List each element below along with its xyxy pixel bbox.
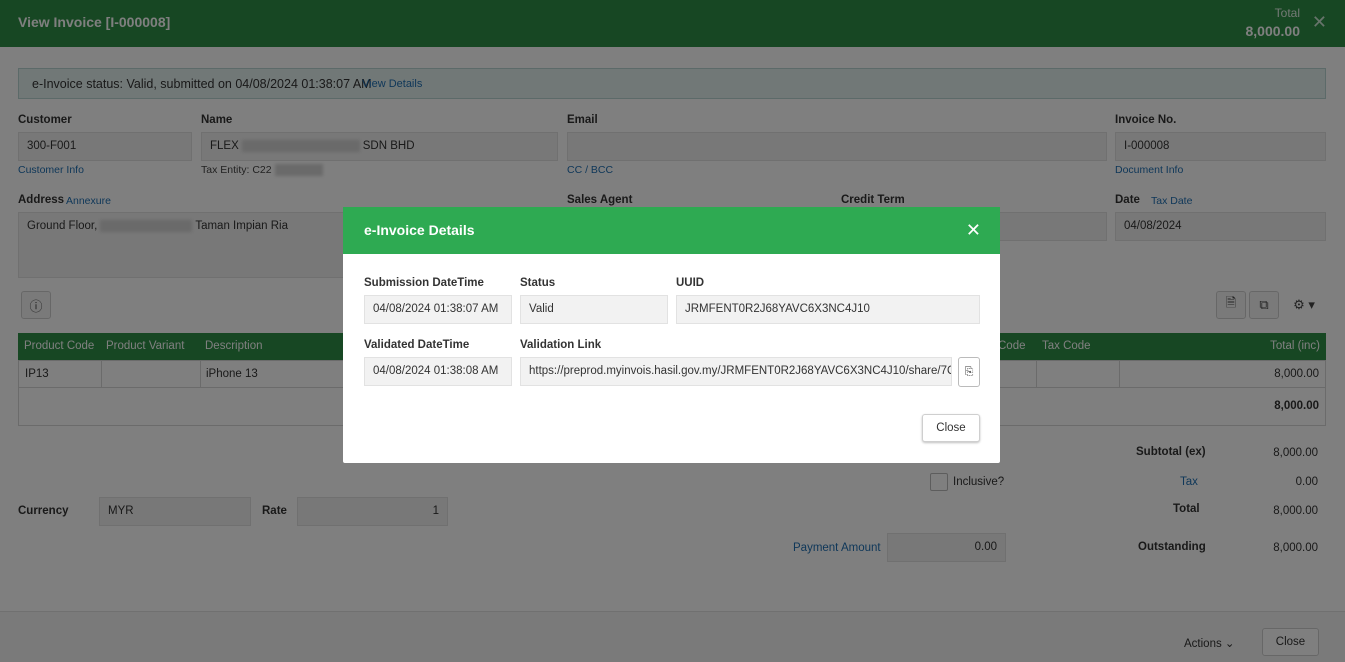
close-icon[interactable]: ✕ [966,220,981,241]
status-label: Status [520,277,556,289]
validation-link-label: Validation Link [520,339,602,351]
submission-datetime-field[interactable]: 04/08/2024 01:38:07 AM [364,295,512,324]
submission-datetime-label: Submission DateTime [364,277,484,289]
modal-title: e-Invoice Details [364,222,475,238]
copy-icon: ⎘ [964,365,974,378]
status-field[interactable]: Valid [520,295,668,324]
uuid-field[interactable]: JRMFENT0R2J68YAVC6X3NC4J10 [676,295,980,324]
modal-header: e-Invoice Details ✕ [343,207,1000,254]
validated-datetime-field[interactable]: 04/08/2024 01:38:08 AM [364,357,512,386]
modal-close-button[interactable]: Close [922,414,980,442]
einvoice-details-modal: e-Invoice Details ✕ Submission DateTime … [343,207,1000,463]
validated-datetime-label: Validated DateTime [364,339,470,351]
validation-link-field[interactable]: https://preprod.myinvois.hasil.gov.my/JR… [520,357,952,386]
copy-link-button[interactable]: ⎘ [958,357,980,387]
uuid-label: UUID [676,277,705,289]
